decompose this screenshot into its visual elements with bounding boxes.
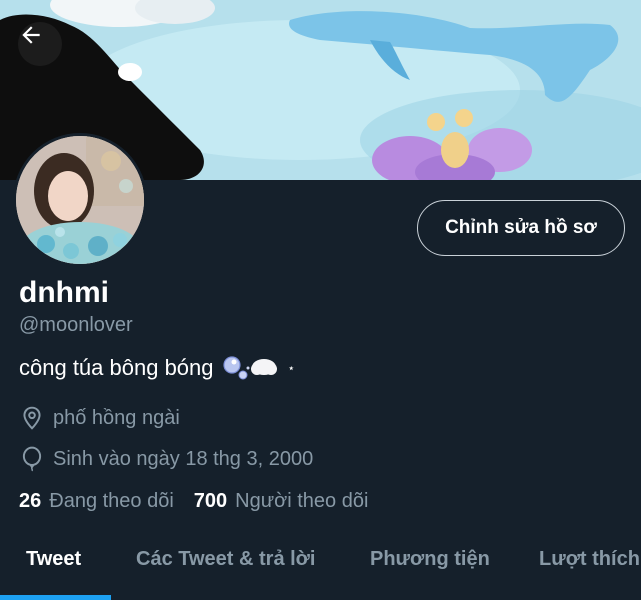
followers-label[interactable]: Người theo dõi — [235, 490, 368, 513]
arrow-left-icon — [22, 26, 40, 44]
profile-handle: @moonlover — [19, 314, 133, 336]
bio-text: công túa bông bóng — [19, 355, 214, 380]
balloon-icon — [22, 446, 42, 472]
profile-bio: công túa bông bóng ⋆ — [19, 355, 295, 381]
following-label[interactable]: Đang theo dõi — [49, 490, 174, 513]
profile-name: dnhmi — [19, 276, 109, 309]
avatar-image — [16, 136, 144, 264]
profile-tabs: Tweet Các Tweet & trả lời Phương tiện Lư… — [0, 530, 641, 600]
tab-likes[interactable]: Lượt thích — [539, 548, 640, 571]
bio-star: ⋆ — [287, 361, 296, 375]
tab-tweets[interactable]: Tweet — [26, 548, 81, 571]
location-pin-icon — [23, 406, 41, 430]
birthday-text: Sinh vào ngày 18 thg 3, 2000 — [53, 447, 314, 470]
profile-birthday: Sinh vào ngày 18 thg 3, 2000 — [19, 446, 313, 472]
profile-avatar[interactable] — [13, 133, 147, 267]
profile-location: phố hồng ngài — [19, 405, 180, 431]
bubbles-cloud-emoji — [222, 355, 278, 381]
location-text: phố hồng ngài — [53, 406, 180, 429]
back-button[interactable] — [18, 22, 62, 66]
active-tab-indicator — [0, 595, 111, 600]
followers-count[interactable]: 700 — [194, 490, 227, 513]
tab-media[interactable]: Phương tiện — [370, 548, 490, 571]
tab-tweets-replies[interactable]: Các Tweet & trả lời — [136, 548, 315, 571]
following-count[interactable]: 26 — [19, 490, 41, 513]
follow-counts: 26 Đang theo dõi 700 Người theo dõi — [19, 490, 388, 513]
edit-profile-button[interactable]: Chỉnh sửa hồ sơ — [417, 200, 625, 256]
